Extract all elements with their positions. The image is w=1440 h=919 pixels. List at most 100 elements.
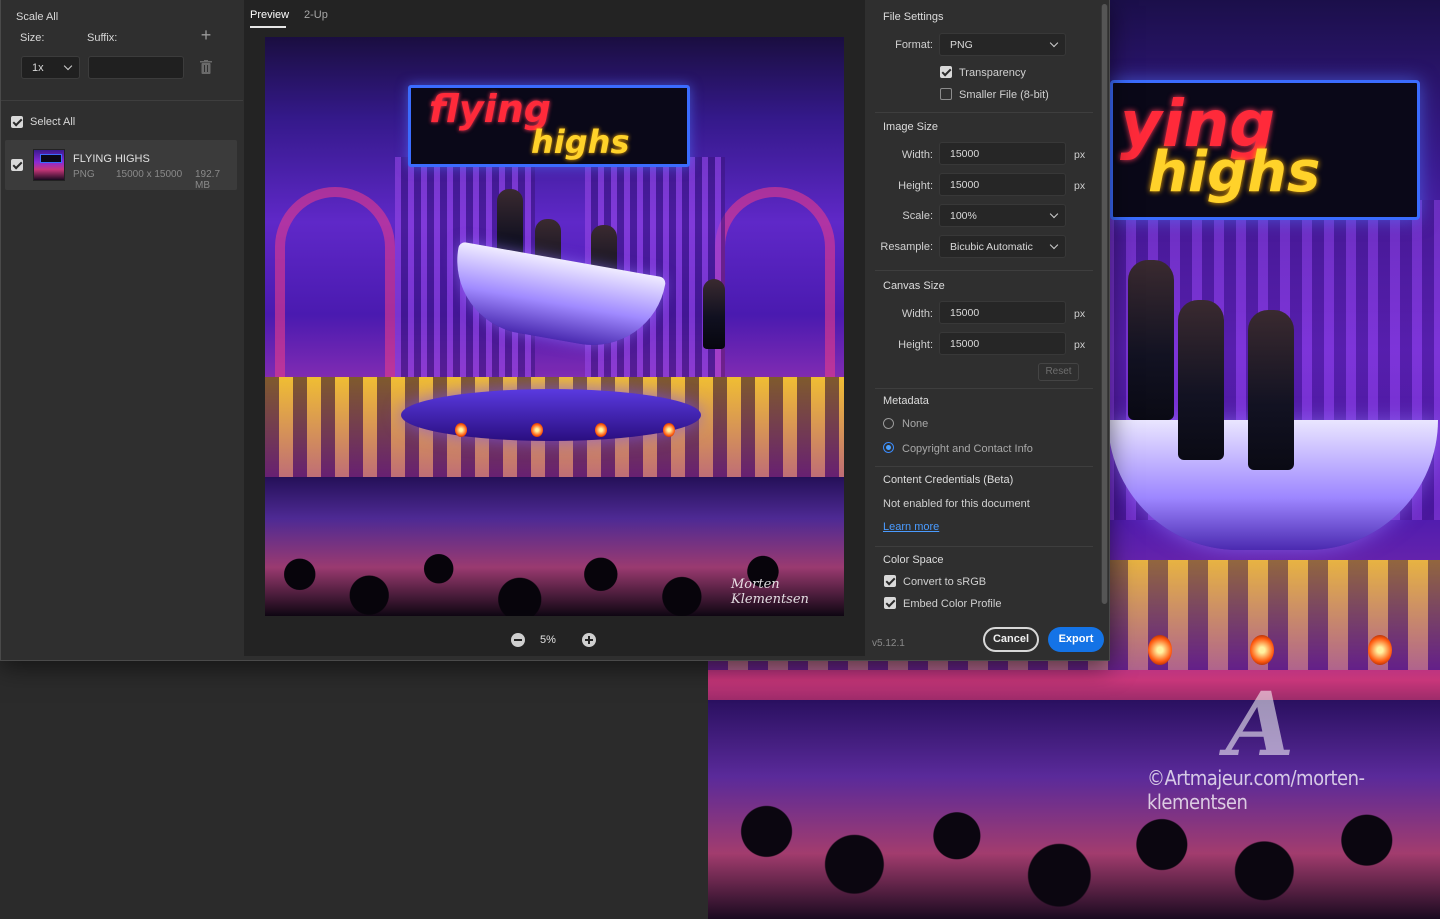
trash-icon[interactable] bbox=[200, 60, 212, 74]
preview-stage-light bbox=[663, 423, 675, 437]
divider bbox=[1, 100, 243, 101]
add-scale-icon[interactable]: + bbox=[199, 26, 213, 44]
resample-select[interactable]: Bicubic Automatic bbox=[939, 235, 1066, 258]
image-width-input[interactable]: 15000 bbox=[939, 142, 1066, 165]
suffix-input[interactable] bbox=[88, 56, 184, 79]
format-select[interactable]: PNG bbox=[939, 33, 1066, 56]
version-label: v5.12.1 bbox=[872, 638, 905, 649]
content-credentials-title: Content Credentials (Beta) bbox=[883, 474, 1014, 486]
watermark-text: ©Artmajeur.com/morten-klementsen bbox=[1147, 766, 1365, 814]
active-tab-indicator bbox=[250, 26, 286, 28]
bg-stage-light bbox=[1368, 635, 1392, 665]
tab-2-up[interactable]: 2-Up bbox=[304, 9, 328, 21]
chevron-down-icon bbox=[1049, 240, 1059, 250]
metadata-copyright-label: Copyright and Contact Info bbox=[902, 443, 1033, 455]
preview-drummer bbox=[703, 279, 725, 349]
zoom-in-icon[interactable] bbox=[582, 633, 596, 647]
asset-panel: Scale All Size: Suffix: + 1x Select All … bbox=[1, 0, 243, 660]
divider bbox=[875, 466, 1093, 467]
bg-musician bbox=[1178, 300, 1224, 460]
content-credentials-status: Not enabled for this document bbox=[883, 498, 1030, 510]
canvas-height-label: Height: bbox=[898, 339, 933, 351]
canvas-width-label: Width: bbox=[901, 308, 933, 320]
embed-profile-label: Embed Color Profile bbox=[903, 598, 1002, 610]
scale-value: 100% bbox=[950, 210, 977, 222]
select-all-checkbox[interactable] bbox=[11, 116, 23, 128]
asset-file-size: 192.7 MB bbox=[195, 169, 221, 191]
transparency-label: Transparency bbox=[959, 67, 1026, 79]
divider bbox=[875, 388, 1093, 389]
settings-scrollbar[interactable] bbox=[1101, 4, 1108, 604]
reset-button[interactable]: Reset bbox=[1038, 363, 1079, 381]
metadata-none-radio[interactable] bbox=[883, 418, 894, 429]
suffix-label: Suffix: bbox=[87, 32, 118, 44]
image-height-input[interactable]: 15000 bbox=[939, 173, 1066, 196]
chevron-down-icon bbox=[1049, 38, 1059, 48]
divider bbox=[875, 546, 1093, 547]
convert-srgb-checkbox[interactable] bbox=[884, 575, 896, 587]
format-value: PNG bbox=[950, 39, 973, 51]
metadata-copyright-radio[interactable] bbox=[883, 442, 894, 453]
bg-stage-light bbox=[1250, 635, 1274, 665]
divider bbox=[875, 112, 1093, 113]
smaller-file-label: Smaller File (8-bit) bbox=[959, 89, 1049, 101]
canvas-size-title: Canvas Size bbox=[883, 280, 945, 292]
chevron-down-icon bbox=[63, 61, 73, 71]
export-as-dialog: Scale All Size: Suffix: + 1x Select All … bbox=[0, 0, 1110, 661]
image-height-label: Height: bbox=[898, 180, 933, 192]
preview-stage-light bbox=[531, 423, 543, 437]
canvas-height-input[interactable]: 15000 bbox=[939, 332, 1066, 355]
preview-stage-light bbox=[595, 423, 607, 437]
scale-select[interactable]: 100% bbox=[939, 204, 1066, 227]
scale-all-label: Scale All bbox=[16, 11, 59, 23]
export-button[interactable]: Export bbox=[1048, 627, 1104, 652]
transparency-checkbox[interactable] bbox=[940, 66, 952, 78]
asset-thumbnail bbox=[33, 149, 65, 181]
image-width-unit: px bbox=[1074, 149, 1086, 161]
size-select-value: 1x bbox=[32, 62, 44, 74]
file-settings-title: File Settings bbox=[883, 11, 944, 23]
preview-sign-text-2: highs bbox=[531, 123, 630, 161]
bg-musician bbox=[1128, 260, 1174, 420]
color-space-title: Color Space bbox=[883, 554, 944, 566]
divider bbox=[875, 270, 1093, 271]
chevron-down-icon bbox=[1049, 209, 1059, 219]
asset-checkbox[interactable] bbox=[11, 159, 23, 171]
asset-dimensions: 15000 x 15000 bbox=[116, 169, 183, 180]
settings-panel: File Settings Format: PNG Transparency S… bbox=[869, 0, 1104, 660]
zoom-level: 5% bbox=[540, 634, 556, 646]
preview-image: flying highs Morten Klementsen bbox=[265, 37, 844, 616]
preview-panel: Preview 2-Up flying highs Morten Klement… bbox=[244, 0, 865, 656]
tab-preview[interactable]: Preview bbox=[250, 9, 289, 21]
resample-value: Bicubic Automatic bbox=[950, 241, 1033, 253]
asset-name: FLYING HIGHS bbox=[73, 153, 150, 165]
format-label: Format: bbox=[895, 39, 933, 51]
canvas-width-unit: px bbox=[1074, 308, 1086, 320]
image-height-unit: px bbox=[1074, 180, 1086, 192]
select-all-label: Select All bbox=[30, 116, 76, 128]
bg-stage-light bbox=[1148, 635, 1172, 665]
canvas-width-input[interactable]: 15000 bbox=[939, 301, 1066, 324]
bg-sign-text-2: highs bbox=[1148, 140, 1321, 205]
asset-row[interactable]: FLYING HIGHS PNG 15000 x 15000 192.7 MB bbox=[5, 140, 237, 191]
image-size-title: Image Size bbox=[883, 121, 939, 133]
size-select[interactable]: 1x bbox=[21, 56, 80, 79]
resample-label: Resample: bbox=[880, 241, 933, 253]
metadata-none-label: None bbox=[902, 418, 929, 430]
image-width-label: Width: bbox=[901, 149, 933, 161]
preview-platform bbox=[401, 389, 701, 441]
zoom-out-icon[interactable] bbox=[511, 633, 525, 647]
artmajeur-logo: A bbox=[1225, 672, 1295, 776]
asset-format: PNG bbox=[73, 169, 95, 180]
preview-stage-light bbox=[455, 423, 467, 437]
smaller-file-checkbox[interactable] bbox=[940, 88, 952, 100]
embed-profile-checkbox[interactable] bbox=[884, 597, 896, 609]
cancel-button[interactable]: Cancel bbox=[983, 627, 1039, 652]
size-label: Size: bbox=[20, 32, 45, 44]
bg-musician bbox=[1248, 310, 1294, 470]
metadata-title: Metadata bbox=[883, 395, 929, 407]
scale-label: Scale: bbox=[902, 210, 933, 222]
learn-more-link[interactable]: Learn more bbox=[883, 521, 939, 533]
canvas-height-unit: px bbox=[1074, 339, 1086, 351]
convert-srgb-label: Convert to sRGB bbox=[903, 576, 987, 588]
